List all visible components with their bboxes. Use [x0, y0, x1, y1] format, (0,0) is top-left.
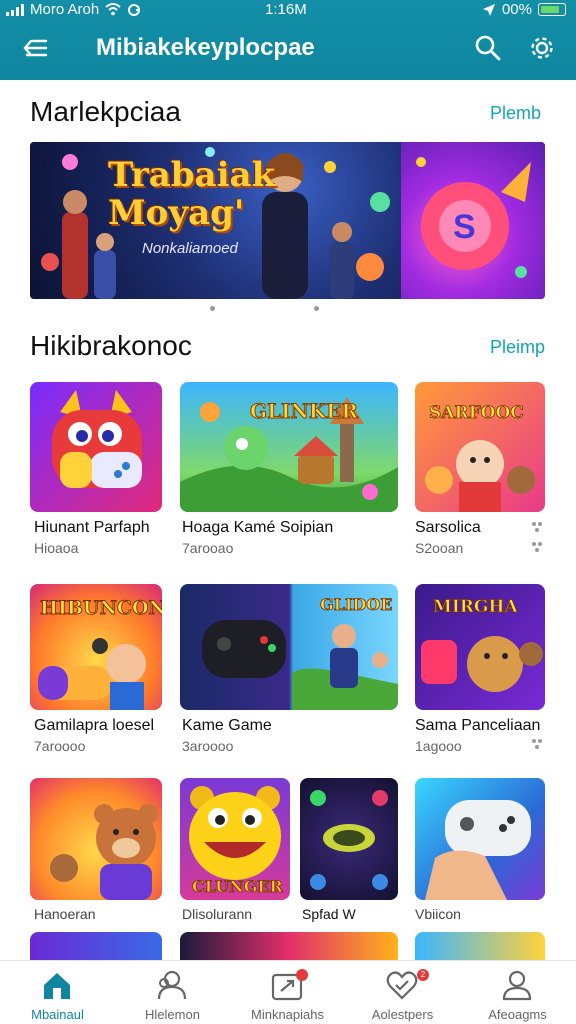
- profile-icon: [502, 970, 532, 1001]
- game-tile[interactable]: [300, 778, 398, 900]
- game-tile[interactable]: HIBUNCON: [30, 584, 162, 710]
- battery-label: 00%: [501, 1, 532, 18]
- svg-text:S: S: [453, 208, 476, 246]
- svg-text:CLUNGER: CLUNGER: [192, 877, 284, 896]
- tile-name: Vbiicon: [415, 906, 461, 922]
- tile-art: [50, 804, 158, 900]
- tile-subtitle: 7arooao: [182, 540, 234, 556]
- featured-banner[interactable]: Trabaiak Moyag' Nonkaliamoed S: [30, 142, 545, 299]
- tile-name: Hanoeran: [34, 906, 96, 922]
- tile-name: Sama Panceliaan: [415, 717, 541, 734]
- more-options-icon[interactable]: [530, 540, 544, 556]
- game-tile[interactable]: GLINKER: [180, 382, 398, 512]
- svg-text:HIBUNCON: HIBUNCON: [40, 597, 162, 619]
- tile-subtitle: Hioaoa: [34, 540, 79, 556]
- tile-art: SARFOOC: [425, 403, 535, 512]
- tile-subtitle: 3aroooo: [182, 738, 234, 754]
- tile-name: Gamilapra loesel: [34, 717, 155, 734]
- banner-title-line-2: Moyag': [108, 193, 245, 233]
- svg-text:SARFOOC: SARFOOC: [429, 403, 524, 423]
- tile-art: [425, 800, 531, 900]
- clock: 1:16M: [265, 1, 307, 18]
- tile-name: Hoaga Kamé Soipian: [182, 519, 334, 536]
- nav-label: Mbainaul: [31, 1007, 84, 1022]
- game-tile[interactable]: SARFOOC: [415, 382, 545, 512]
- location-arrow-icon: [482, 3, 495, 16]
- popular-title: Hikibrakonoc: [30, 330, 192, 361]
- banner-main-art: Trabaiak Moyag' Nonkaliamoed: [30, 142, 401, 299]
- featured-see-all-link[interactable]: Plemb: [490, 103, 541, 124]
- tile-name: Sarsolica: [415, 519, 481, 536]
- wifi-icon: [105, 3, 121, 16]
- nav-item-messages[interactable]: Minknapiahs: [230, 961, 345, 1024]
- nav-item-home[interactable]: Mbainaul: [0, 961, 115, 1024]
- users-icon: [157, 970, 187, 1000]
- tile-subtitle: 1agooo: [415, 738, 462, 754]
- home-icon: [44, 973, 70, 999]
- nav-label: Hlelemon: [145, 1007, 200, 1022]
- game-tile[interactable]: [30, 778, 162, 900]
- nav-label: Afeoagms: [488, 1007, 547, 1022]
- banner-subtitle: Nonkaliamoed: [142, 240, 238, 257]
- notification-badge: 2: [417, 969, 429, 981]
- svg-text:GLINKER: GLINKER: [250, 399, 358, 423]
- svg-text:MIRGHA: MIRGHA: [433, 597, 518, 617]
- tile-name: Hiunant Parfaph: [34, 519, 150, 536]
- featured-title: Marlekpciaa: [30, 96, 181, 127]
- tile-subtitle: S2ooan: [415, 540, 464, 556]
- game-tile[interactable]: MIRGHA: [415, 584, 545, 710]
- nav-item-community[interactable]: Hlelemon: [115, 961, 230, 1024]
- pagination-dot[interactable]: [210, 306, 215, 311]
- tile-art: [52, 390, 142, 488]
- app-bar: Mibiakekeyplocpae: [0, 22, 576, 78]
- battery-icon: [538, 3, 566, 16]
- game-tile[interactable]: [415, 778, 545, 900]
- more-options-icon[interactable]: [530, 520, 544, 536]
- tile-art: MIRGHA: [421, 597, 543, 692]
- heart-check-icon: [386, 971, 418, 1000]
- svg-text:GLIDOE: GLIDOE: [320, 595, 392, 614]
- tile-art: CLUNGER: [189, 786, 284, 896]
- tile-name: Dlisolurann: [182, 906, 253, 922]
- search-icon[interactable]: [474, 34, 502, 62]
- tile-name: Kame Game: [182, 717, 272, 734]
- notification-badge: [296, 969, 308, 981]
- sync-icon: [128, 3, 141, 16]
- game-tile[interactable]: [415, 932, 545, 960]
- game-tile[interactable]: [30, 382, 162, 512]
- tile-art: HIBUNCON: [38, 597, 162, 710]
- signal-icon: [6, 3, 24, 16]
- nav-item-profile[interactable]: Afeoagms: [460, 961, 575, 1024]
- more-options-icon[interactable]: [530, 737, 544, 753]
- status-bar: Moro Aroh 1:16M 00%: [0, 0, 576, 20]
- banner-next-art: S: [401, 142, 545, 299]
- nav-item-favorites[interactable]: 2 Aolestpers: [345, 961, 460, 1024]
- carrier-label: Moro Aroh: [30, 1, 100, 18]
- nav-label: Aolestpers: [371, 1007, 434, 1022]
- popular-see-all-link[interactable]: Pleimp: [490, 337, 545, 358]
- banner-title: Trabaiak Moyag': [108, 156, 275, 232]
- bottom-navigation: Mbainaul Hlelemon Minknapiahs 2 Aolestpe…: [0, 960, 576, 1024]
- game-tile[interactable]: [180, 932, 398, 960]
- tile-art: GLIDOE: [202, 595, 398, 710]
- tile-subtitle: 7aroooo: [34, 738, 86, 754]
- app-title: Mibiakekeyplocpae: [96, 34, 315, 61]
- game-tile[interactable]: CLUNGER: [180, 778, 290, 900]
- game-tile[interactable]: [30, 932, 162, 960]
- tile-name: Spfad W: [302, 906, 356, 922]
- tile-art: [310, 790, 388, 890]
- menu-icon[interactable]: [22, 36, 48, 60]
- gear-icon[interactable]: [528, 34, 556, 62]
- nav-label: Minknapiahs: [251, 1007, 324, 1022]
- game-tile[interactable]: GLIDOE: [180, 584, 398, 710]
- tile-art: GLINKER: [180, 397, 398, 512]
- pagination-dot[interactable]: [314, 306, 319, 311]
- banner-title-line-1: Trabaiak: [108, 155, 276, 195]
- top-bar: Moro Aroh 1:16M 00% Mibiakekeyplocpae: [0, 0, 576, 80]
